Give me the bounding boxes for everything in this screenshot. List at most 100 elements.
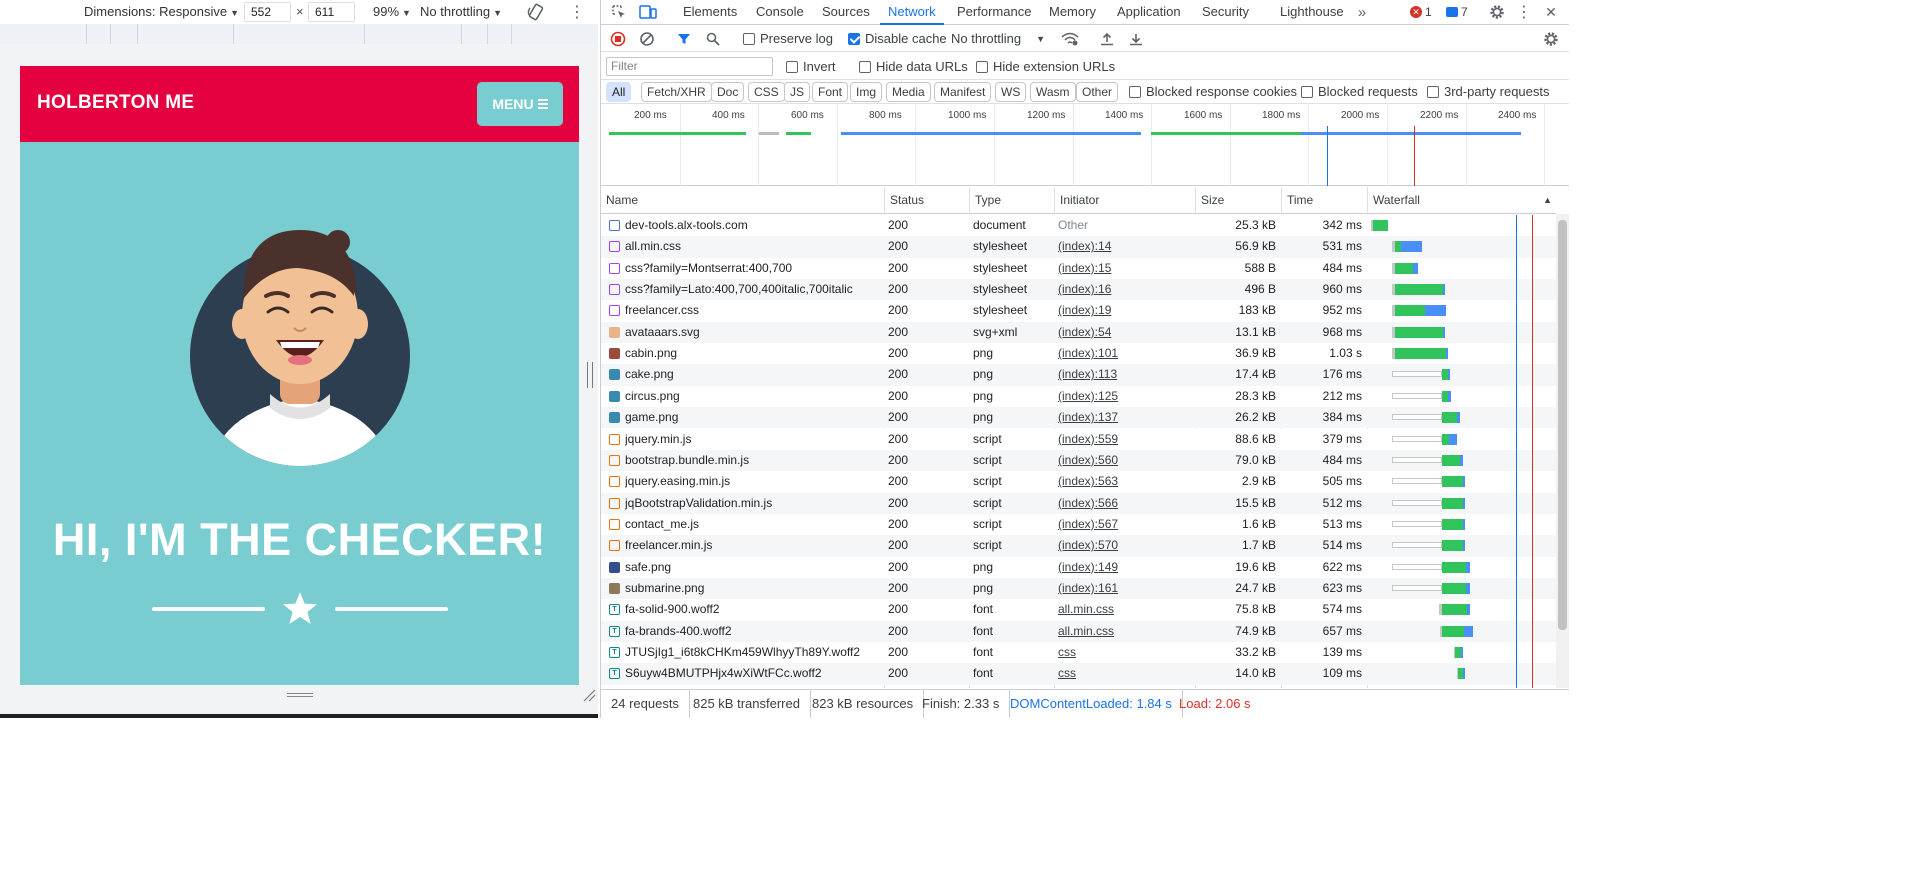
more-options-icon[interactable]: ⋮ xyxy=(569,2,585,22)
device-width-input[interactable]: 552 xyxy=(244,2,291,22)
hide-data-urls-checkbox[interactable]: Hide data URLs xyxy=(859,59,968,74)
search-icon[interactable] xyxy=(704,30,722,48)
type-filter-js[interactable]: JS xyxy=(784,82,811,102)
export-har-icon[interactable] xyxy=(1127,30,1145,48)
tab-application[interactable]: Application xyxy=(1117,0,1181,24)
request-row[interactable]: dev-tools.alx-tools.com 200 document Other 2… xyxy=(601,215,1556,237)
network-conditions-wifi-icon[interactable] xyxy=(1060,30,1080,48)
type-filter-ws[interactable]: WS xyxy=(995,82,1027,102)
column-status[interactable]: Status xyxy=(884,187,969,214)
filter-funnel-icon[interactable] xyxy=(675,30,693,48)
tab-performance[interactable]: Performance xyxy=(957,0,1031,24)
request-row[interactable]: cake.png 200 png (index):113 17.4 kB 176 ms xyxy=(601,364,1556,386)
device-height-input[interactable]: 611 xyxy=(308,2,355,22)
third-party-requests-checkbox[interactable]: 3rd-party requests xyxy=(1427,84,1550,99)
network-throttle-dropdown[interactable]: No throttling ▼ xyxy=(951,31,1045,46)
column-size[interactable]: Size xyxy=(1195,187,1281,214)
column-name[interactable]: Name xyxy=(601,187,884,214)
close-devtools-icon[interactable]: ✕ xyxy=(1541,2,1561,22)
tab-elements[interactable]: Elements xyxy=(683,0,737,24)
tab-memory[interactable]: Memory xyxy=(1049,0,1096,24)
filter-input[interactable]: Filter xyxy=(606,57,773,76)
inspect-element-icon[interactable] xyxy=(609,2,629,22)
type-filter-fetch-xhr[interactable]: Fetch/XHR xyxy=(641,82,712,102)
blocked-response-cookies-checkbox[interactable]: Blocked response cookies xyxy=(1129,84,1297,99)
viewport-side-resize-handle[interactable] xyxy=(587,362,593,388)
request-row[interactable]: jquery.min.js 200 script (index):559 88.6 kB… xyxy=(601,428,1556,450)
request-initiator[interactable]: (index):16 xyxy=(1058,279,1192,300)
request-initiator[interactable]: all.min.css xyxy=(1058,599,1192,620)
request-row[interactable]: jqBootstrapValidation.min.js 200 script (in… xyxy=(601,492,1556,514)
device-toolbar-toggle-icon[interactable] xyxy=(638,2,658,22)
dimensions-dropdown[interactable]: Dimensions: Responsive ▼ xyxy=(84,3,239,21)
request-row[interactable]: bootstrap.bundle.min.js 200 script (index):… xyxy=(601,449,1556,472)
request-initiator[interactable]: (index):567 xyxy=(1058,514,1192,535)
viewport-resize-handle[interactable] xyxy=(20,685,579,705)
request-initiator[interactable]: (index):559 xyxy=(1058,429,1192,450)
tab-sources[interactable]: Sources xyxy=(822,0,870,24)
request-row[interactable]: game.png 200 png (index):137 26.2 kB 384 ms xyxy=(601,407,1556,429)
type-filter-img[interactable]: Img xyxy=(850,82,883,102)
request-row[interactable]: freelancer.min.js 200 script (index):570 1.7… xyxy=(601,535,1556,557)
tab-console[interactable]: Console xyxy=(756,0,804,24)
request-initiator[interactable]: all.min.css xyxy=(1058,621,1192,642)
timeline-overview[interactable]: 200 ms 400 ms 600 ms 800 ms 1000 ms 1200 ms 14… xyxy=(601,104,1569,186)
request-row[interactable]: T S6uyw4BMUTPHjx4wXiWtFCc.woff2 200 font css… xyxy=(601,663,1556,685)
request-row[interactable]: Tfa-brands-400.woff2 200 font all.min.css 74… xyxy=(601,620,1556,642)
tab-network[interactable]: Network xyxy=(880,0,944,25)
request-row[interactable]: circus.png 200 png (index):125 28.3 kB 212 ms xyxy=(601,385,1556,408)
type-filter-doc[interactable]: Doc xyxy=(711,82,745,102)
clear-log-icon[interactable] xyxy=(638,30,656,48)
request-row[interactable]: css?family=Montserrat:400,700 200 styleshe… xyxy=(601,257,1556,280)
hide-extension-urls-checkbox[interactable]: Hide extension URLs xyxy=(976,59,1115,74)
type-filter-css[interactable]: CSS xyxy=(748,82,785,102)
column-waterfall[interactable]: Waterfall ▲ xyxy=(1367,187,1556,214)
record-stop-icon[interactable] xyxy=(609,30,627,48)
column-time[interactable]: Time xyxy=(1281,187,1367,214)
settings-gear-icon[interactable] xyxy=(1487,2,1507,22)
rotate-icon[interactable] xyxy=(525,1,547,23)
request-row[interactable]: T JTUSjIg1_i6t8kCHKm459WlhyyTh89Y.woff2 20… xyxy=(601,642,1556,664)
type-filter-wasm[interactable]: Wasm xyxy=(1030,82,1076,102)
request-initiator[interactable]: (index):161 xyxy=(1058,578,1192,599)
request-row[interactable]: submarine.png 200 png (index):161 24.7 kB 623… xyxy=(601,577,1556,600)
request-initiator[interactable]: (index):570 xyxy=(1058,535,1192,556)
request-row[interactable]: freelancer.css 200 stylesheet (index):19 183… xyxy=(601,300,1556,322)
error-count-badge[interactable]: ✕ 1 xyxy=(1410,4,1432,20)
request-row[interactable]: cabin.png 200 png (index):101 36.9 kB 1.03 s xyxy=(601,343,1556,365)
invert-checkbox[interactable]: Invert xyxy=(786,59,836,74)
disable-cache-checkbox[interactable]: Disable cache xyxy=(848,31,947,46)
request-initiator[interactable]: (index):101 xyxy=(1058,343,1192,364)
menu-button[interactable]: MENU xyxy=(477,82,563,126)
request-initiator[interactable]: (index):54 xyxy=(1058,322,1192,343)
request-row[interactable]: Tfa-solid-900.woff2 200 font all.min.css 75.… xyxy=(601,599,1556,621)
message-count-badge[interactable]: 7 xyxy=(1446,4,1468,20)
request-initiator[interactable]: css xyxy=(1058,642,1192,663)
request-initiator[interactable]: (index):137 xyxy=(1058,407,1192,428)
column-initiator[interactable]: Initiator xyxy=(1054,187,1195,214)
type-filter-media[interactable]: Media xyxy=(886,82,931,102)
zoom-dropdown[interactable]: 99% ▼ xyxy=(373,3,411,21)
customize-menu-icon[interactable]: ⋮ xyxy=(1516,2,1532,22)
type-filter-font[interactable]: Font xyxy=(812,82,849,102)
request-initiator[interactable]: (index):566 xyxy=(1058,493,1192,514)
type-filter-all[interactable]: All xyxy=(606,82,632,102)
import-har-icon[interactable] xyxy=(1098,30,1116,48)
request-initiator[interactable]: (index):19 xyxy=(1058,300,1192,321)
request-row[interactable]: safe.png 200 png (index):149 19.6 kB 622 ms xyxy=(601,556,1556,578)
more-tabs-icon[interactable]: » xyxy=(1353,2,1371,22)
preserve-log-checkbox[interactable]: Preserve log xyxy=(743,31,833,46)
network-settings-gear-icon[interactable] xyxy=(1542,30,1560,48)
device-throttle-dropdown[interactable]: No throttling ▼ xyxy=(420,3,502,21)
request-row[interactable]: contact_me.js 200 script (index):567 1.6 kB 5… xyxy=(601,513,1556,536)
request-initiator[interactable]: (index):15 xyxy=(1058,258,1192,279)
request-row[interactable]: css?family=Lato:400,700,400italic,700ita… xyxy=(601,279,1556,301)
blocked-requests-checkbox[interactable]: Blocked requests xyxy=(1301,84,1418,99)
request-initiator[interactable]: (index):113 xyxy=(1058,364,1192,385)
tab-lighthouse[interactable]: Lighthouse xyxy=(1280,0,1344,24)
request-initiator[interactable]: (index):560 xyxy=(1058,450,1192,471)
type-filter-other[interactable]: Other xyxy=(1076,82,1119,102)
request-initiator[interactable]: (index):125 xyxy=(1058,386,1192,407)
corner-resize-icon[interactable] xyxy=(582,688,596,702)
request-row[interactable]: jquery.easing.min.js 200 script (index):563… xyxy=(601,471,1556,493)
